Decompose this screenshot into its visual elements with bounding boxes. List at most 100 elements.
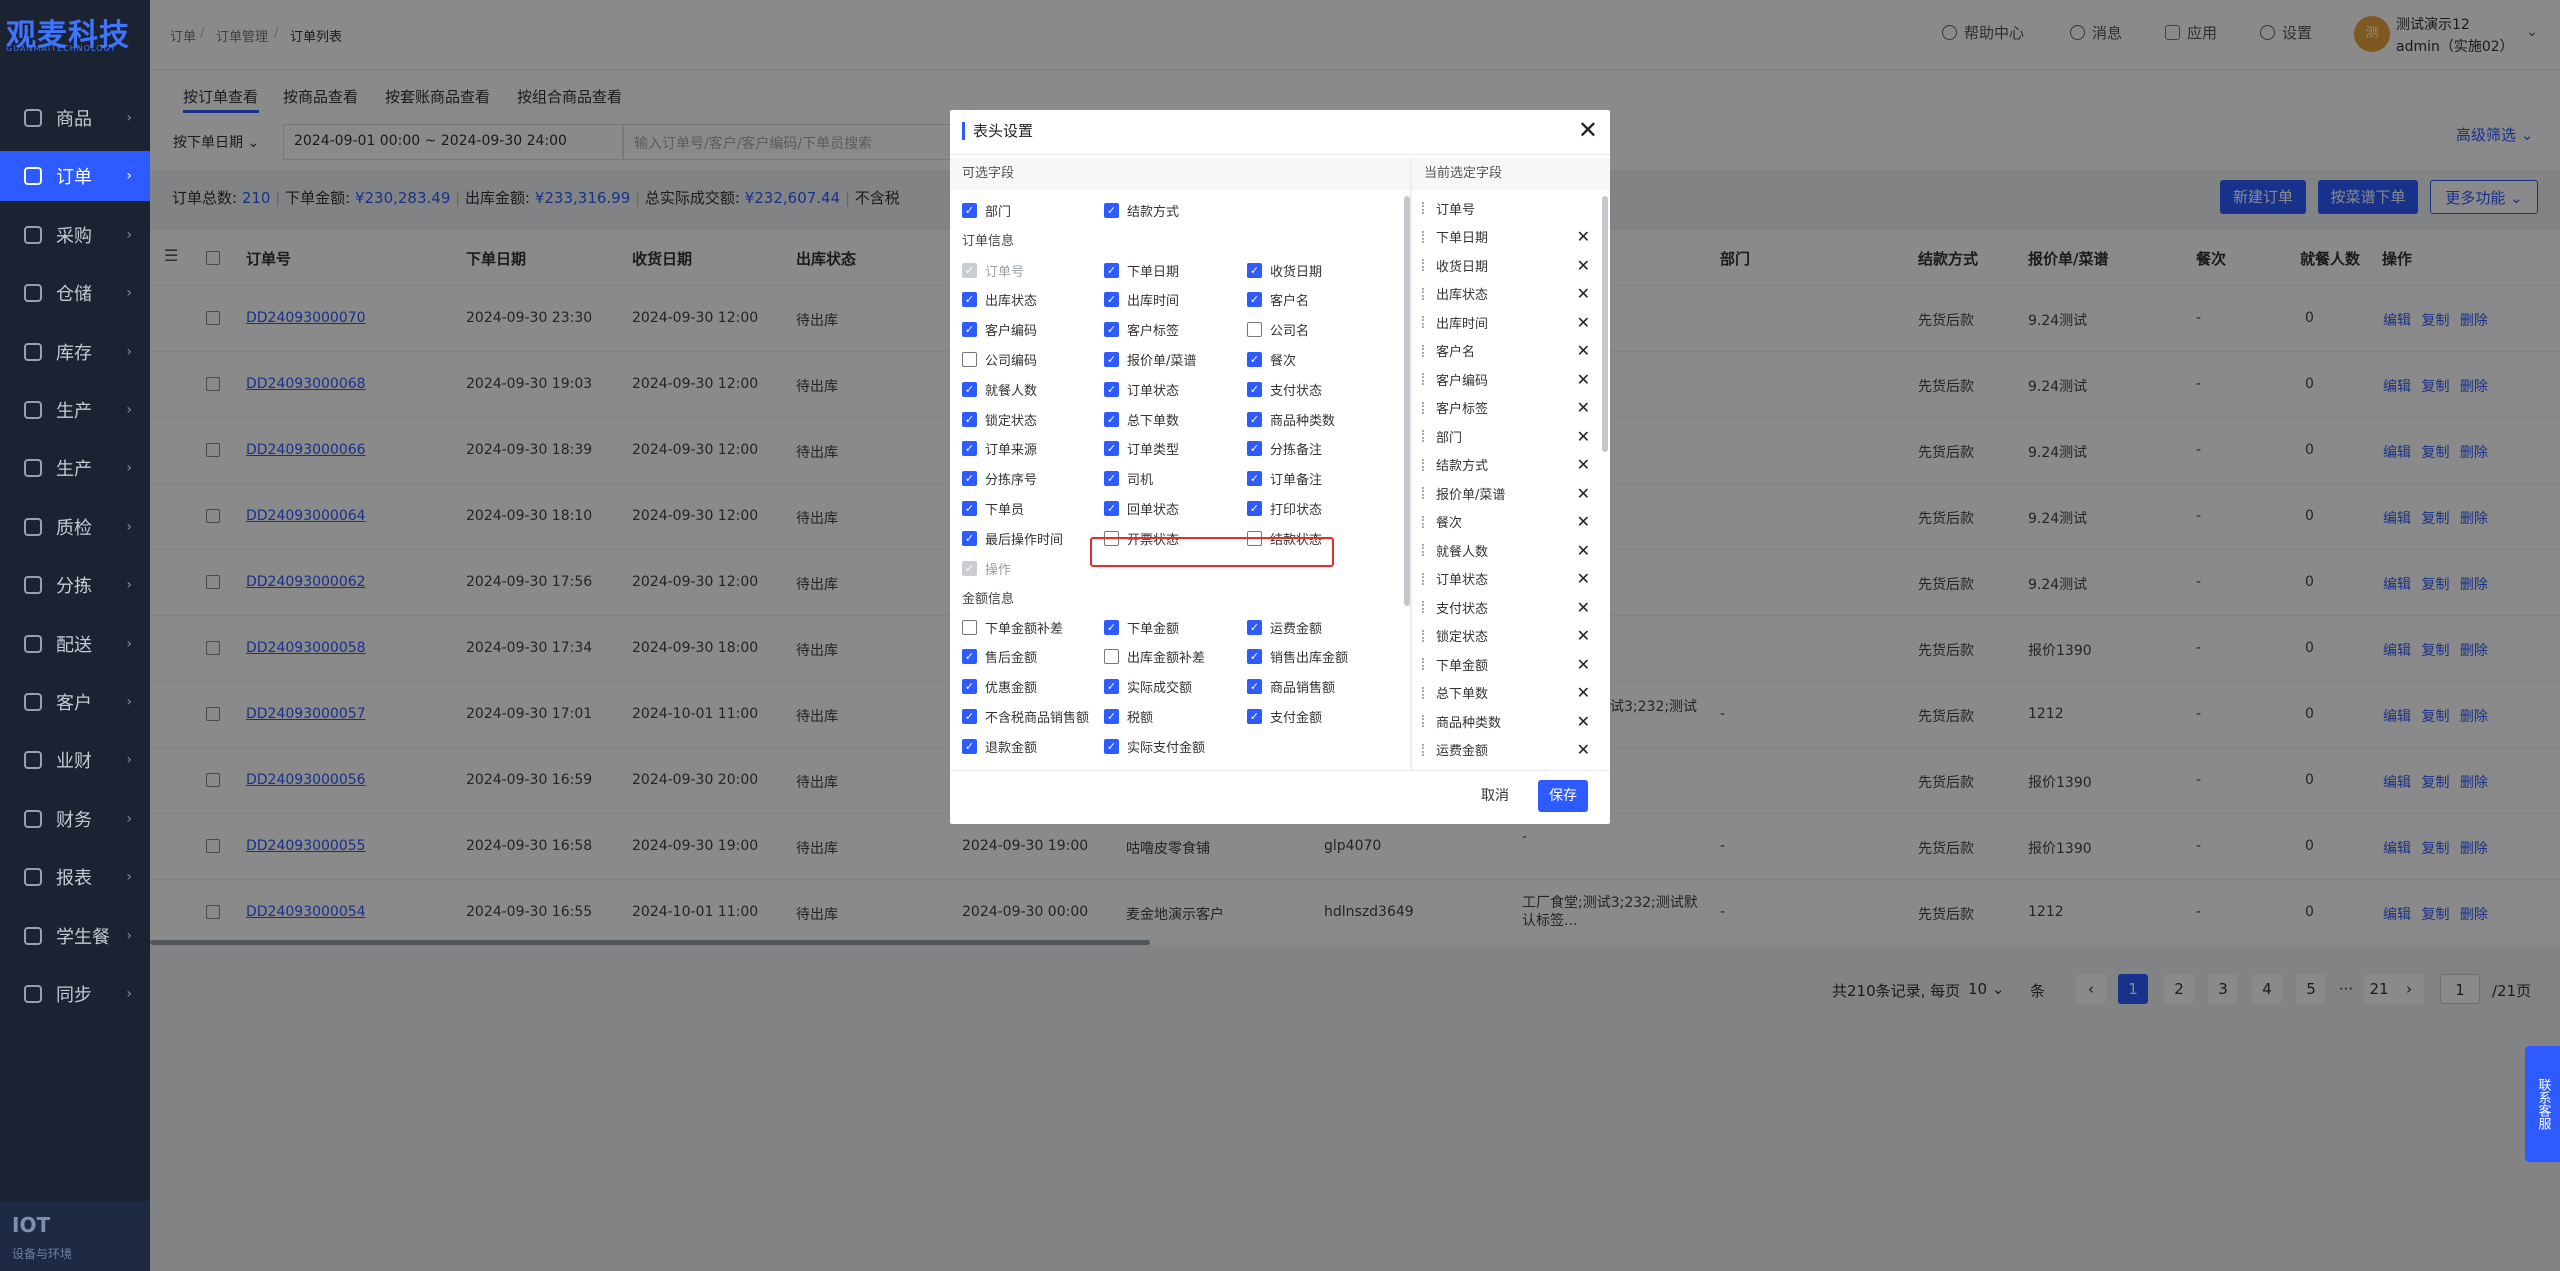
selected-field-label: 部门 [1436,430,1463,446]
selected-field-item[interactable]: 商品种类数 ✕ [1422,711,1602,731]
selected-field-item[interactable]: 出库状态 ✕ [1422,284,1602,304]
cancel-button[interactable]: 取消 [1470,780,1520,812]
selected-field-item[interactable]: 客户编码 ✕ [1422,369,1602,389]
selected-field-item[interactable]: 结款方式 ✕ [1422,455,1602,475]
remove-icon[interactable]: ✕ [1577,398,1590,417]
selected-field-label: 出库时间 [1436,316,1489,332]
chevron-right-icon: › [126,110,132,126]
drag-handle-icon[interactable] [1422,430,1428,442]
selected-field-item[interactable]: 下单金额 ✕ [1422,654,1602,674]
remove-icon[interactable]: ✕ [1577,455,1590,474]
close-icon[interactable]: ✕ [1578,118,1598,142]
sidebar-item-4[interactable]: 库存 › [0,327,150,377]
selected-field-item[interactable]: 部门 ✕ [1422,426,1602,446]
contact-service-button[interactable]: 联系客服 [2525,1046,2560,1162]
iot-panel[interactable]: IOT 设备与环境 [0,1201,150,1271]
selected-field-item[interactable]: 运费金额 ✕ [1422,740,1602,760]
customer-icon [24,693,42,711]
drag-handle-icon[interactable] [1422,743,1428,756]
selected-field-item[interactable]: 餐次 ✕ [1422,512,1602,532]
selected-field-item[interactable]: 总下单数 ✕ [1422,683,1602,703]
selected-field-item[interactable]: 收货日期 ✕ [1422,255,1602,275]
remove-icon[interactable]: ✕ [1577,683,1590,702]
drag-handle-icon[interactable] [1422,458,1428,471]
order-icon [24,167,42,186]
remove-icon[interactable]: ✕ [1577,512,1590,531]
drag-handle-icon[interactable] [1422,487,1428,499]
sidebar-item-3[interactable]: 仓储 › [0,268,150,318]
iot-title: IOT [12,1213,51,1237]
sidebar-item-13[interactable]: 报表 › [0,852,150,902]
selected-field-item[interactable]: 报价单/菜谱 ✕ [1422,483,1602,503]
drag-handle-icon[interactable] [1422,686,1428,699]
drag-handle-icon[interactable] [1422,629,1428,642]
drag-handle-icon[interactable] [1422,658,1428,670]
chevron-right-icon: › [126,460,132,477]
remove-icon[interactable]: ✕ [1577,227,1590,246]
drag-handle-icon[interactable] [1422,373,1428,385]
remove-icon[interactable]: ✕ [1577,712,1590,731]
product-icon [24,109,42,127]
drag-handle-icon[interactable] [1422,544,1428,556]
drag-handle-icon[interactable] [1422,601,1428,613]
divider [950,154,1610,155]
remove-icon[interactable]: ✕ [1577,284,1590,303]
sidebar-item-12[interactable]: 财务 › [0,794,150,844]
sidebar-item-2[interactable]: 采购 › [0,210,150,260]
selected-field-label: 出库状态 [1436,288,1489,303]
drag-handle-icon[interactable] [1422,401,1428,414]
inventory-icon [24,342,42,361]
selected-field-item[interactable]: 订单状态 ✕ [1422,569,1602,589]
remove-icon[interactable]: ✕ [1577,484,1590,503]
drag-handle-icon[interactable] [1422,259,1428,271]
remove-icon[interactable]: ✕ [1577,626,1590,645]
selected-scrollbar[interactable] [1602,196,1608,452]
sidebar-item-9[interactable]: 配送 › [0,619,150,669]
remove-icon[interactable]: ✕ [1577,313,1590,332]
selected-field-item[interactable]: 客户标签 ✕ [1422,398,1602,418]
selected-field-label: 客户编码 [1436,373,1489,389]
remove-icon[interactable]: ✕ [1577,598,1590,617]
sidebar-item-10[interactable]: 客户 › [0,677,150,727]
remove-icon[interactable]: ✕ [1577,655,1590,674]
selected-field-item[interactable]: 就餐人数 ✕ [1422,540,1602,560]
sidebar-item-5[interactable]: 生产 › [0,385,150,435]
available-scrollbar[interactable] [1404,196,1410,606]
drag-handle-icon[interactable] [1422,230,1428,243]
selected-field-item[interactable]: 支付状态 ✕ [1422,597,1602,617]
selected-field-item[interactable]: 锁定状态 ✕ [1422,626,1602,646]
drag-handle-icon[interactable] [1422,316,1428,328]
save-button[interactable]: 保存 [1538,780,1588,812]
remove-icon[interactable]: ✕ [1577,569,1590,588]
drag-handle-icon[interactable] [1422,515,1428,528]
selected-field-item[interactable]: 订单号 [1422,198,1602,218]
sidebar-item-11[interactable]: 业财 › [0,735,150,785]
selected-field-item[interactable]: 下单日期 ✕ [1422,227,1602,247]
selected-field-item[interactable]: 出库时间 ✕ [1422,312,1602,332]
remove-icon[interactable]: ✕ [1577,740,1590,759]
sidebar-item-1[interactable]: 订单 › [0,151,150,202]
sidebar-item-15[interactable]: 同步 › [0,969,150,1019]
sidebar-item-label: 业财 [56,751,92,773]
remove-icon[interactable]: ✕ [1577,541,1590,560]
drag-handle-icon[interactable] [1422,715,1428,727]
sidebar-item-14[interactable]: 学生餐 › [0,911,150,961]
remove-icon[interactable]: ✕ [1577,341,1590,360]
sidebar-item-label: 生产 [56,459,92,481]
drag-handle-icon[interactable] [1422,287,1428,300]
sidebar-item-6[interactable]: 生产 › [0,443,150,493]
sidebar-item-0[interactable]: 商品 › [0,93,150,143]
selected-field-item[interactable]: 客户名 ✕ [1422,341,1602,361]
drag-handle-icon[interactable] [1422,202,1428,214]
sidebar-item-label: 商品 [56,109,92,130]
remove-icon[interactable]: ✕ [1577,427,1590,446]
sidebar-item-8[interactable]: 分拣 › [0,560,150,610]
selected-field-label: 商品种类数 [1436,715,1502,731]
sidebar-item-label: 客户 [56,693,92,714]
sidebar-item-7[interactable]: 质检 › [0,502,150,552]
remove-icon[interactable]: ✕ [1577,370,1590,389]
selected-field-label: 客户名 [1436,345,1476,360]
drag-handle-icon[interactable] [1422,344,1428,357]
remove-icon[interactable]: ✕ [1577,256,1590,275]
drag-handle-icon[interactable] [1422,572,1428,585]
